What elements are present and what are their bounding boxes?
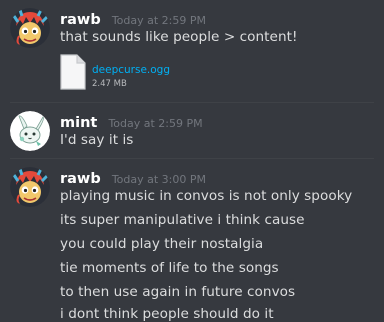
message-text: you could play their nostalgia: [60, 236, 264, 252]
file-icon: [60, 54, 86, 90]
username[interactable]: mint: [60, 115, 97, 131]
message-text: playing music in convos is not only spoo…: [60, 188, 353, 204]
rawb-avatar-icon: [10, 8, 50, 48]
user-avatar[interactable]: [10, 111, 50, 151]
message-text: its super manipulative i think cause: [60, 212, 305, 228]
message-text: i dont think people should do it: [60, 306, 274, 322]
username[interactable]: rawb: [60, 171, 101, 187]
rawb-avatar-icon: [10, 167, 50, 207]
message-text: that sounds like people > content!: [60, 29, 298, 45]
timestamp[interactable]: Today at 2:59 PM: [108, 117, 202, 130]
timestamp[interactable]: Today at 2:59 PM: [112, 14, 206, 27]
message-header: rawb Today at 2:59 PM: [60, 9, 206, 28]
user-avatar[interactable]: [10, 167, 50, 207]
attachment-size: 2.47 MB: [92, 79, 127, 89]
message-text: tie moments of life to the songs: [60, 260, 279, 276]
message-header: mint Today at 2:59 PM: [60, 112, 203, 131]
mint-avatar-icon: [10, 111, 50, 151]
message-divider: [10, 102, 374, 103]
message-text: I'd say it is: [60, 132, 134, 148]
user-avatar[interactable]: [10, 8, 50, 48]
message-divider: [10, 158, 374, 159]
timestamp[interactable]: Today at 3:00 PM: [112, 173, 206, 186]
username[interactable]: rawb: [60, 12, 101, 28]
file-attachment[interactable]: deepcurse.ogg 2.47 MB: [60, 54, 190, 100]
message-text: to then use again in future convos: [60, 284, 296, 300]
attachment-filename[interactable]: deepcurse.ogg: [92, 64, 170, 76]
message-header: rawb Today at 3:00 PM: [60, 168, 206, 187]
